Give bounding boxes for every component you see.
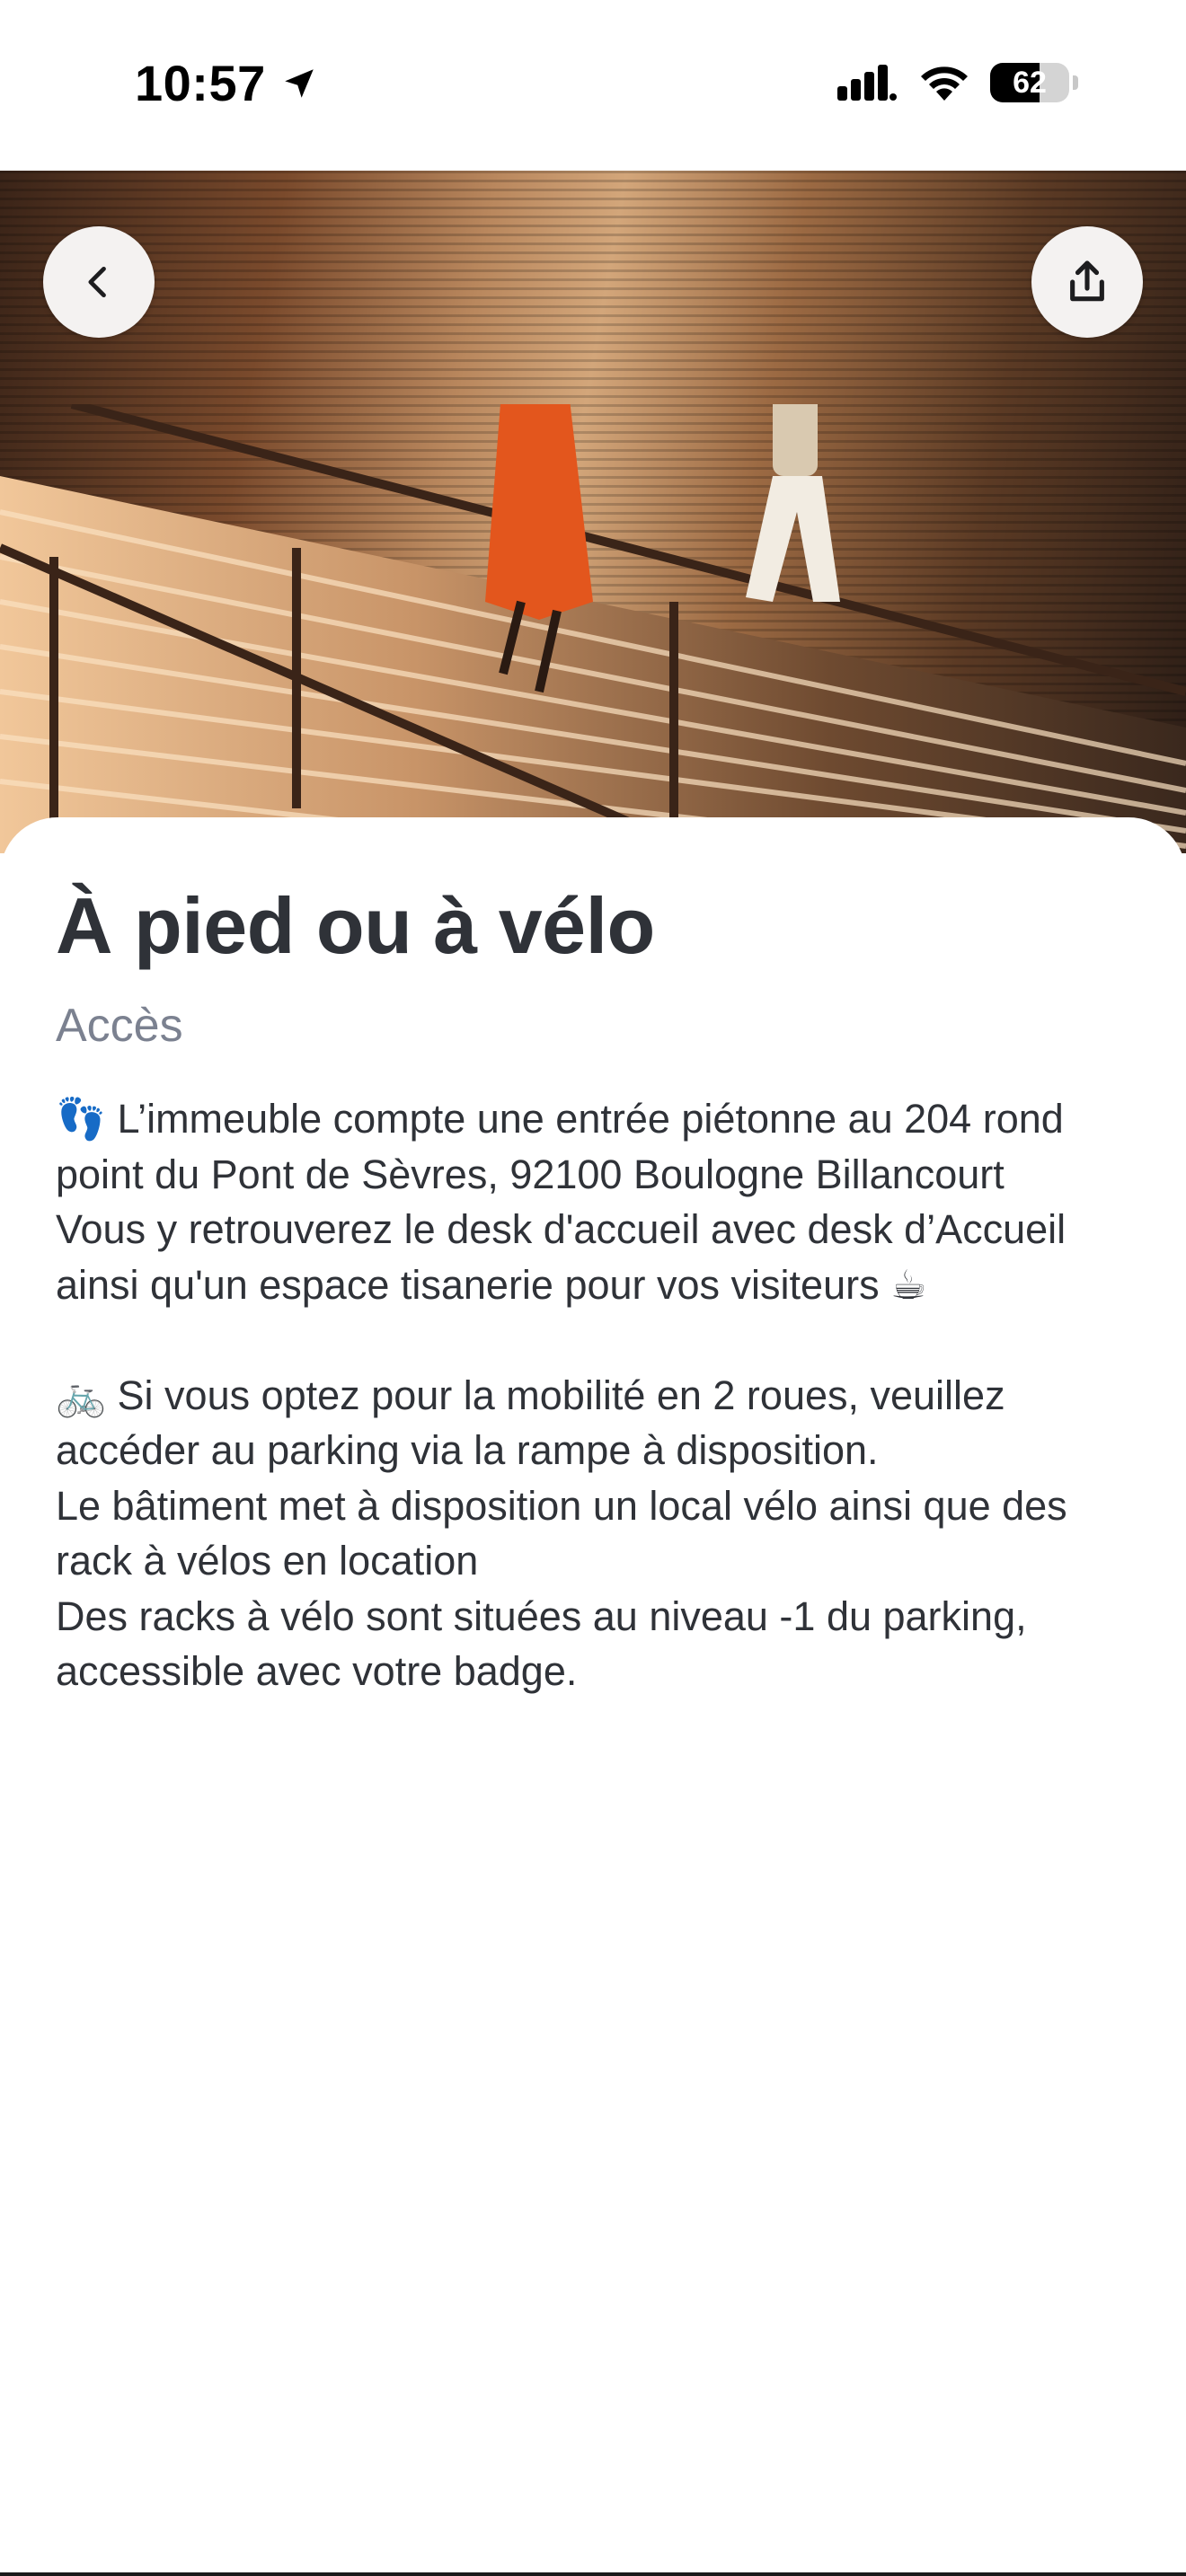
status-bar: 10:57 62 [0, 0, 1186, 171]
content-card: À pied ou à vélo Accès 👣 L’immeuble comp… [0, 817, 1186, 2576]
location-arrow-icon [284, 68, 314, 98]
status-icons: 62 [837, 63, 1078, 102]
section-subtitle: Accès [56, 1000, 183, 1052]
share-icon [1070, 260, 1104, 302]
person-man-figure [746, 404, 840, 602]
hero-stairs-illustration [0, 404, 1186, 853]
chevron-left-icon [88, 266, 106, 298]
description-text: 👣 L’immeuble compte une entrée piétonne … [56, 1091, 1134, 1699]
hero-image [0, 171, 1186, 853]
description-paragraph-reception: Vous y retrouverez le desk d'accueil ave… [56, 1206, 1067, 1308]
description-paragraph-bike: 🚲 Si vous optez pour la mobilité en 2 ro… [56, 1372, 1005, 1474]
share-button[interactable] [1031, 226, 1143, 338]
status-time-label: 10:57 [135, 55, 266, 111]
wifi-icon [921, 66, 968, 101]
status-time: 10:57 [135, 54, 318, 112]
bottom-edge [0, 2572, 1186, 2576]
back-button[interactable] [43, 226, 155, 338]
battery-level: 62 [1013, 65, 1047, 100]
battery-indicator: 62 [990, 63, 1069, 102]
description-paragraph-bike-racks: Des racks à vélo sont situées au niveau … [56, 1592, 1027, 1695]
cellular-signal-icon [837, 65, 897, 101]
battery-tip [1073, 75, 1078, 90]
description-paragraph-walk: 👣 L’immeuble compte une entrée piétonne … [56, 1096, 1064, 1197]
description-paragraph-bike-room: Le bâtiment met à disposition un local v… [56, 1482, 1067, 1584]
page-title: À pied ou à vélo [56, 881, 655, 970]
